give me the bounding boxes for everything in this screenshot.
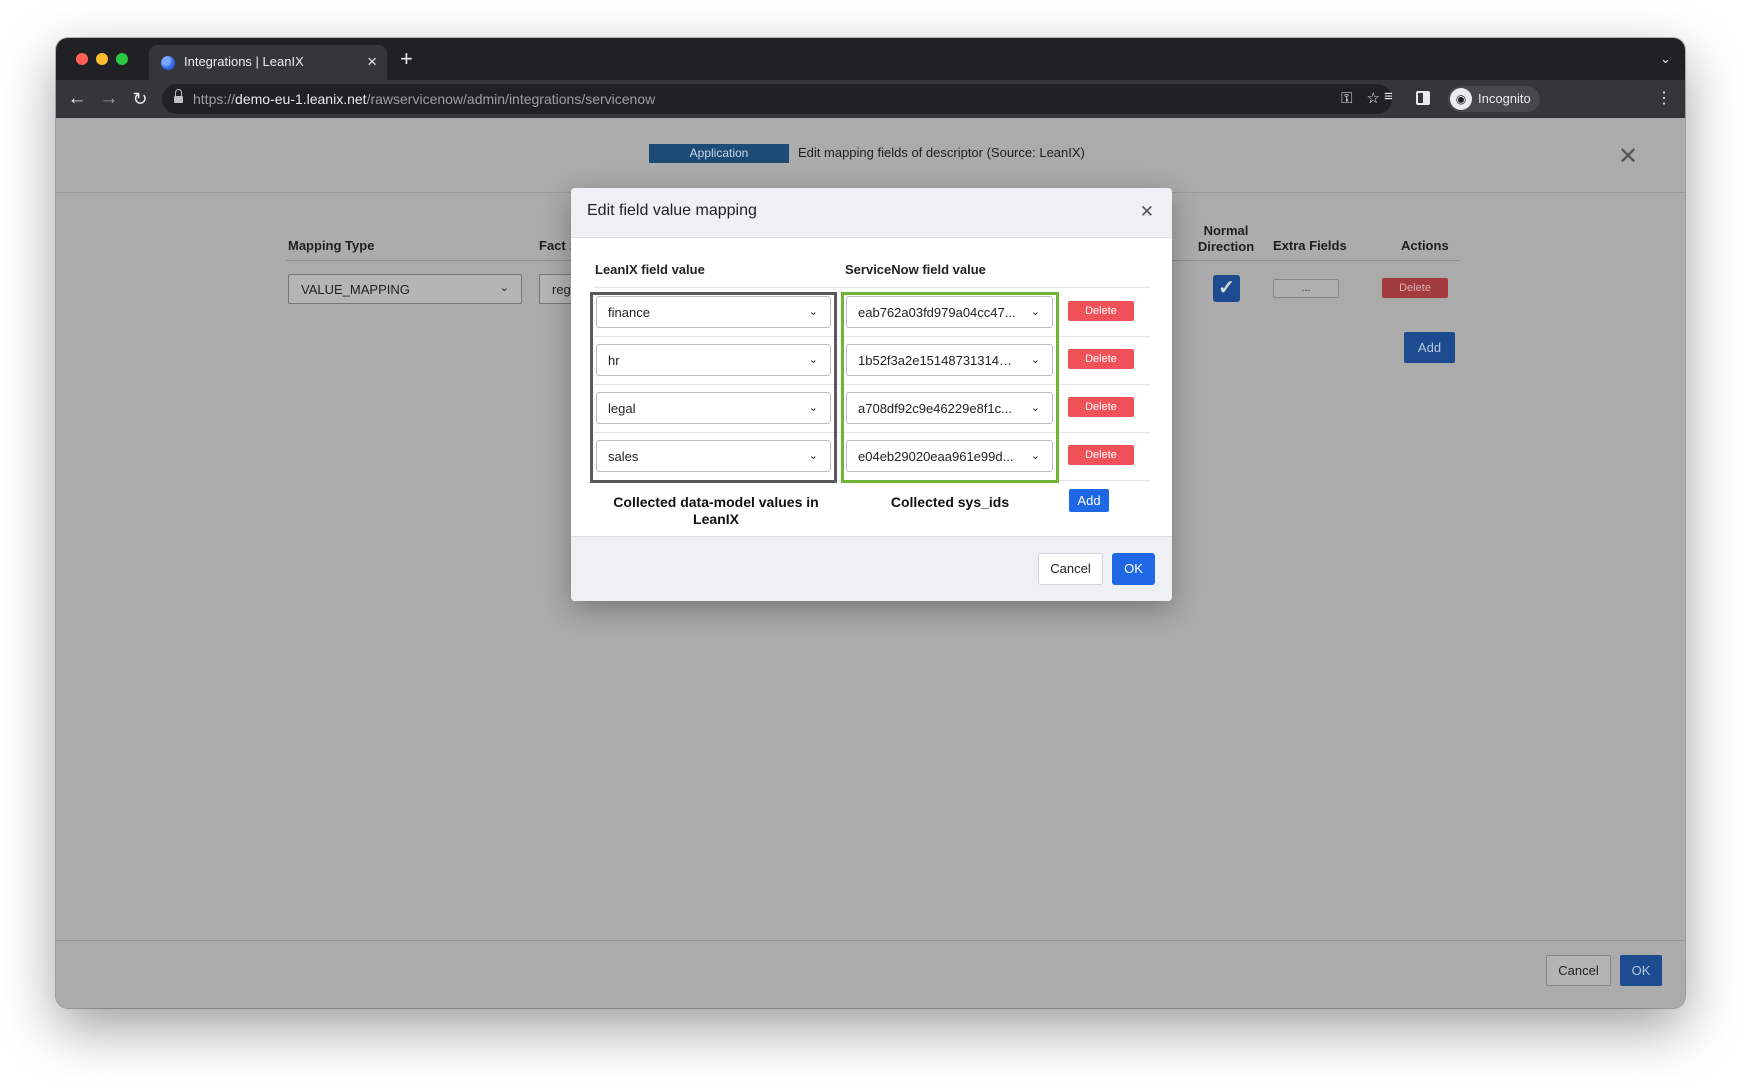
- url-text: https://demo-eu-1.leanix.net/rawservicen…: [193, 91, 656, 107]
- add-mapping-button[interactable]: Add: [1404, 332, 1455, 363]
- leanix-values-highlight: [590, 292, 837, 483]
- modal-close-icon[interactable]: ✕: [1140, 202, 1154, 222]
- sys-ids-caption: Collected sys_ids: [890, 494, 1010, 510]
- servicenow-field-value-header: ServiceNow field value: [845, 262, 986, 277]
- mapping-type-select[interactable]: VALUE_MAPPING ⌄: [288, 274, 522, 304]
- leanix-values-caption: Collected data-model values in LeanIX: [613, 494, 819, 527]
- browser-toolbar: ← → ↻ https://demo-eu-1.leanix.net/rawse…: [56, 80, 1685, 118]
- row-divider: [594, 287, 1150, 288]
- delete-row-button[interactable]: Delete: [1068, 349, 1134, 369]
- side-panel-icon[interactable]: [1416, 91, 1430, 105]
- tab-search-chevron-icon[interactable]: ⌄: [1660, 51, 1671, 67]
- footer-divider: [56, 940, 1685, 941]
- page-cancel-button[interactable]: Cancel: [1546, 955, 1611, 986]
- extra-fields-button[interactable]: ...: [1273, 279, 1339, 298]
- add-value-mapping-button[interactable]: Add: [1069, 489, 1109, 512]
- col-normal-direction: Normal Direction: [1197, 223, 1255, 254]
- minimize-window-button[interactable]: [96, 53, 108, 65]
- fact-sheet-type-badge: Application: [649, 144, 789, 163]
- close-window-button[interactable]: [76, 53, 88, 65]
- page-title: Edit mapping fields of descriptor (Sourc…: [798, 145, 1085, 160]
- lock-icon[interactable]: [174, 89, 183, 104]
- incognito-icon: ◉: [1450, 88, 1472, 110]
- tab-close-icon[interactable]: ×: [367, 52, 377, 72]
- chevron-down-icon: ⌄: [499, 282, 509, 294]
- modal-title: Edit field value mapping: [587, 202, 757, 219]
- browser-menu-icon[interactable]: ⋮: [1656, 87, 1672, 111]
- forward-arrow-icon[interactable]: →: [97, 87, 121, 111]
- delete-row-button[interactable]: Delete: [1068, 445, 1134, 465]
- normal-direction-checkbox[interactable]: ✓: [1213, 275, 1240, 302]
- modal-ok-button[interactable]: OK: [1112, 553, 1155, 585]
- delete-row-button[interactable]: Delete: [1068, 397, 1134, 417]
- incognito-label: Incognito: [1478, 91, 1531, 106]
- col-actions: Actions: [1401, 238, 1449, 253]
- tab-title: Integrations | LeanIX: [184, 54, 304, 69]
- row-delete-button[interactable]: Delete: [1382, 278, 1448, 298]
- page-ok-button[interactable]: OK: [1620, 955, 1662, 986]
- delete-row-button[interactable]: Delete: [1068, 301, 1134, 321]
- modal-header: Edit field value mapping ✕: [571, 188, 1172, 238]
- col-extra-fields: Extra Fields: [1273, 238, 1347, 253]
- key-icon[interactable]: ⚿: [1341, 90, 1352, 107]
- page-header: Application Edit mapping fields of descr…: [56, 118, 1685, 193]
- tab-strip: Integrations | LeanIX × + ⌄: [56, 38, 1685, 80]
- reading-list-icon[interactable]: ≡: [1384, 88, 1393, 105]
- field-value-mapping-modal: Edit field value mapping ✕ LeanIX field …: [571, 188, 1172, 601]
- col-mapping-type: Mapping Type: [288, 238, 375, 253]
- browser-tab[interactable]: Integrations | LeanIX ×: [149, 45, 387, 80]
- reload-icon[interactable]: ↻: [128, 87, 152, 111]
- bookmark-star-icon[interactable]: ☆: [1367, 90, 1380, 107]
- back-arrow-icon[interactable]: ←: [65, 87, 89, 111]
- leanix-favicon-icon: [161, 56, 175, 70]
- maximize-window-button[interactable]: [116, 53, 128, 65]
- page-close-icon[interactable]: ✕: [1618, 142, 1638, 171]
- col-fact: Fact :: [539, 238, 574, 253]
- modal-cancel-button[interactable]: Cancel: [1038, 553, 1103, 585]
- incognito-profile-button[interactable]: ◉ Incognito: [1448, 86, 1540, 112]
- new-tab-plus-icon[interactable]: +: [400, 46, 413, 72]
- sys-ids-highlight: [841, 292, 1059, 483]
- address-bar[interactable]: https://demo-eu-1.leanix.net/rawservicen…: [162, 84, 1392, 114]
- modal-footer: Cancel OK: [571, 536, 1172, 601]
- leanix-field-value-header: LeanIX field value: [595, 262, 705, 277]
